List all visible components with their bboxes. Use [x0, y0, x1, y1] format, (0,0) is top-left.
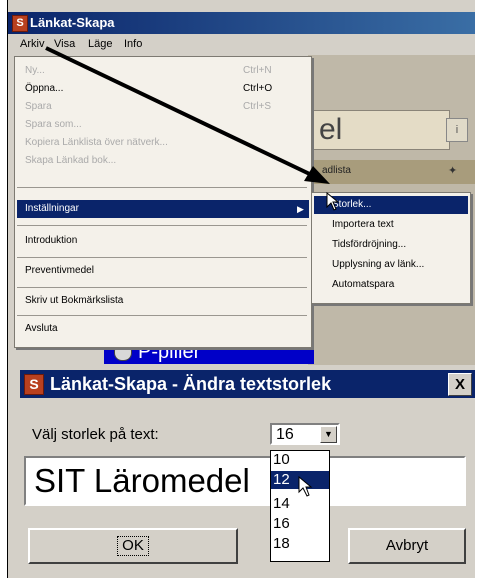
size-option-18[interactable]: 18 [271, 535, 329, 553]
preview-text-field[interactable]: SIT Läromedel [24, 456, 466, 506]
close-button[interactable]: X [448, 373, 472, 396]
ok-button[interactable]: OK [28, 528, 238, 564]
size-label: Välj storlek på text: [32, 426, 159, 443]
text-size-dialog: S Länkat-Skapa - Ändra textstorlek X Väl… [8, 368, 475, 578]
size-option-10[interactable]: 10 [271, 451, 329, 469]
size-value: 16 [276, 426, 294, 443]
annotation-arrow-icon [45, 46, 330, 184]
cancel-button[interactable]: Avbryt [348, 528, 466, 564]
size-combobox[interactable]: 16 ▼ [270, 423, 340, 445]
dialog-titlebar: S Länkat-Skapa - Ändra textstorlek X [20, 370, 475, 398]
chevron-down-icon[interactable]: ▼ [320, 426, 337, 443]
mouse-cursor-icon [298, 476, 313, 497]
size-option-16[interactable]: 16 [271, 515, 329, 533]
ok-label: OK [117, 536, 149, 556]
screenshot-frame: S Länkat-Skapa Arkiv Visa Läge Info el i… [8, 0, 475, 578]
size-dropdown-list: 10 12 14 16 18 [270, 450, 330, 562]
app-icon: S [24, 374, 44, 395]
dialog-title: Länkat-Skapa - Ändra textstorlek [50, 374, 332, 394]
mouse-cursor-icon [326, 192, 340, 211]
